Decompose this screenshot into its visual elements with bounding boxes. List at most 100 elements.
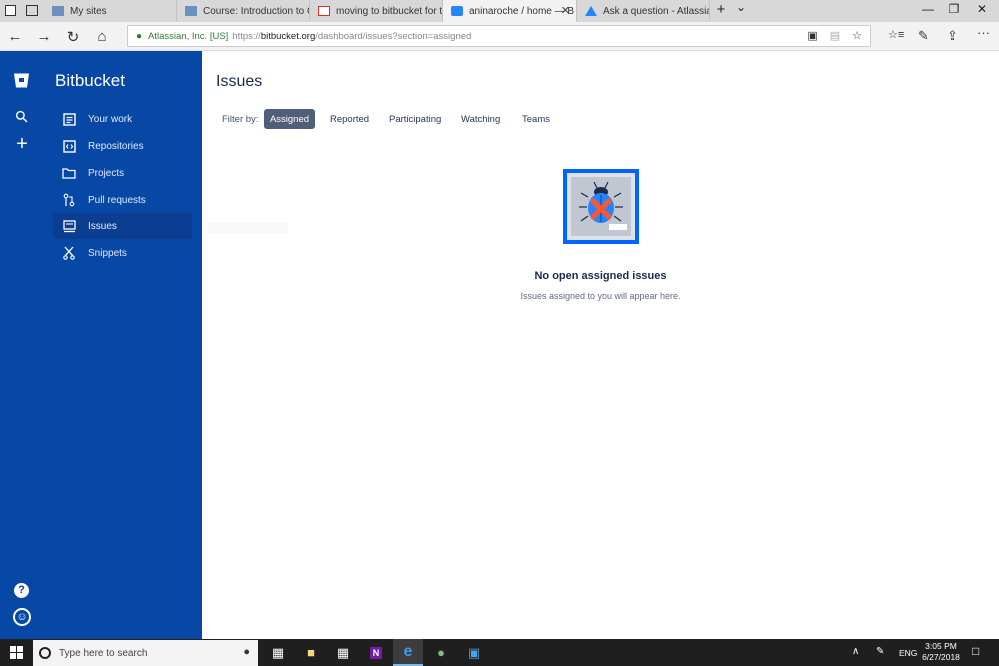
url-host: bitbucket.org — [260, 30, 316, 42]
home-icon[interactable]: ⌂ — [93, 28, 111, 45]
close-tab-icon[interactable]: ✕ — [561, 4, 570, 17]
sidebar-item-your-work[interactable]: Your work — [53, 106, 192, 132]
lock-icon: ● — [136, 30, 143, 42]
sidebar: ⚲ + ? ☺ Bitbucket Your work Repositories… — [0, 51, 202, 639]
windows-taskbar: Type here to search ● ▦ ■ ▦ N e ● ▣ ∧ ✎ … — [0, 639, 999, 666]
browser-tab-bar: My sites Course: Introduction to Gec mov… — [0, 0, 999, 22]
sidebar-item-repositories[interactable]: Repositories — [53, 133, 192, 159]
pull-requests-icon — [62, 193, 76, 207]
microphone-icon[interactable]: ● — [243, 646, 250, 658]
tab-bitbucket-home[interactable]: aninaroche / home — B ✕ — [443, 0, 577, 22]
site-identity: Atlassian, Inc. [US] — [148, 30, 229, 42]
tab-label: Course: Introduction to Gec — [203, 5, 309, 17]
share-icon[interactable]: ⇪ — [947, 28, 958, 44]
tab-course[interactable]: Course: Introduction to Gec — [177, 0, 310, 22]
system-clock[interactable]: 3:05 PM 6/27/2018 — [916, 641, 966, 663]
issues-icon — [62, 219, 76, 233]
empty-state-subtitle: Issues assigned to you will appear here. — [520, 291, 681, 301]
your-work-icon — [62, 112, 76, 126]
empty-state-title: No open assigned issues — [534, 270, 667, 282]
browser-toolbar: ← → ↻ ⌂ ● Atlassian, Inc. [US] https:// … — [0, 22, 999, 51]
back-icon[interactable]: ← — [6, 28, 24, 45]
bitbucket-icon — [451, 6, 463, 16]
calendar-icon[interactable]: ▦ — [328, 639, 358, 666]
clock-date: 6/27/2018 — [922, 652, 960, 662]
projects-icon — [62, 166, 76, 180]
repositories-icon — [62, 139, 76, 153]
create-icon[interactable]: + — [13, 133, 31, 156]
sidebar-item-pull-requests[interactable]: Pull requests — [53, 187, 192, 213]
show-hidden-icons-icon[interactable]: ∧ — [852, 646, 859, 657]
main-content: Issues Filter by: Assigned Reported Part… — [202, 51, 999, 639]
cortana-icon — [39, 647, 51, 659]
pen-workspace-icon[interactable]: ✎ — [876, 646, 884, 657]
close-window-button[interactable]: ✕ — [972, 2, 992, 16]
ucla-icon — [185, 6, 197, 16]
file-explorer-icon[interactable]: ■ — [296, 639, 326, 666]
minimize-button[interactable]: — — [918, 2, 938, 16]
ucla-icon — [52, 6, 64, 16]
web-notes-icon[interactable]: ✎ — [918, 28, 929, 44]
forward-icon[interactable]: → — [35, 28, 53, 45]
sidebar-item-label: Repositories — [88, 140, 144, 152]
bitbucket-logo-icon[interactable] — [13, 72, 30, 89]
search-icon[interactable]: ⚲ — [9, 104, 36, 131]
page-title: Issues — [216, 73, 263, 90]
translate-icon[interactable]: ▣ — [807, 29, 817, 42]
edge-icon[interactable]: e — [393, 639, 423, 666]
hub-icon[interactable]: ☆≡ — [888, 28, 904, 41]
sidebar-item-label: Issues — [88, 220, 117, 232]
tab-label: aninaroche / home — B — [469, 5, 575, 17]
filter-watching[interactable]: Watching — [455, 109, 506, 129]
action-center-icon[interactable]: □ — [972, 644, 979, 658]
search-placeholder: Type here to search — [59, 647, 148, 659]
filter-label: Filter by: — [222, 114, 259, 125]
sidebar-item-issues[interactable]: Issues — [53, 213, 192, 239]
tab-gmail[interactable]: moving to bitbucket for trac — [310, 0, 443, 22]
tab-label: Ask a question - Atlassian C — [603, 5, 709, 17]
sidebar-item-label: Projects — [88, 167, 125, 179]
onenote-icon[interactable]: N — [361, 639, 391, 666]
more-icon[interactable]: ··· — [977, 25, 990, 40]
sidebar-item-label: Pull requests — [88, 194, 146, 206]
filter-teams[interactable]: Teams — [516, 109, 556, 129]
filter-assigned[interactable]: Assigned — [264, 109, 315, 129]
snippets-icon — [62, 246, 76, 260]
bug-illustration-icon — [563, 169, 639, 244]
windows-start-icon[interactable] — [10, 646, 23, 659]
filter-reported[interactable]: Reported — [324, 109, 375, 129]
tooltip-ghost — [208, 223, 288, 233]
address-bar[interactable]: ● Atlassian, Inc. [US] https:// bitbucke… — [127, 25, 871, 47]
gmail-icon — [318, 6, 330, 16]
tab-actions-icon[interactable] — [5, 5, 16, 16]
globe-app-icon[interactable]: ● — [426, 639, 456, 666]
task-view-icon[interactable]: ▦ — [263, 639, 293, 666]
taskbar-search-input[interactable]: Type here to search ● — [33, 640, 258, 666]
new-tab-button[interactable]: + — [711, 1, 731, 18]
favorite-star-icon[interactable]: ☆ — [852, 29, 862, 42]
sidebar-item-snippets[interactable]: Snippets — [53, 240, 192, 266]
brand-name: Bitbucket — [55, 71, 125, 90]
sidebar-item-label: Snippets — [88, 247, 127, 259]
tab-my-sites[interactable]: My sites — [44, 0, 177, 22]
remote-desktop-icon[interactable]: ▣ — [459, 639, 489, 666]
global-rail: ⚲ + ? ☺ — [0, 51, 42, 639]
maximize-button[interactable]: ❐ — [944, 2, 964, 16]
tab-label: My sites — [70, 5, 107, 17]
tab-preview-icon[interactable] — [26, 5, 38, 16]
input-language[interactable]: ENG — [899, 648, 917, 658]
refresh-icon[interactable]: ↻ — [64, 28, 82, 46]
profile-icon[interactable]: ☺ — [13, 608, 31, 626]
sidebar-item-label: Your work — [88, 113, 133, 125]
url-scheme: https:// — [232, 30, 261, 42]
clock-time: 3:05 PM — [925, 641, 957, 651]
url-path: /dashboard/issues?section=assigned — [315, 30, 472, 42]
sidebar-item-projects[interactable]: Projects — [53, 160, 192, 186]
tab-menu-button[interactable]: ⌄ — [731, 0, 751, 14]
tab-ask-question[interactable]: Ask a question - Atlassian C — [577, 0, 710, 22]
filter-participating[interactable]: Participating — [383, 109, 447, 129]
help-icon[interactable]: ? — [14, 583, 29, 598]
tab-label: moving to bitbucket for trac — [336, 5, 443, 17]
reading-view-icon[interactable]: ▤ — [830, 29, 840, 42]
atlassian-icon — [585, 6, 597, 16]
